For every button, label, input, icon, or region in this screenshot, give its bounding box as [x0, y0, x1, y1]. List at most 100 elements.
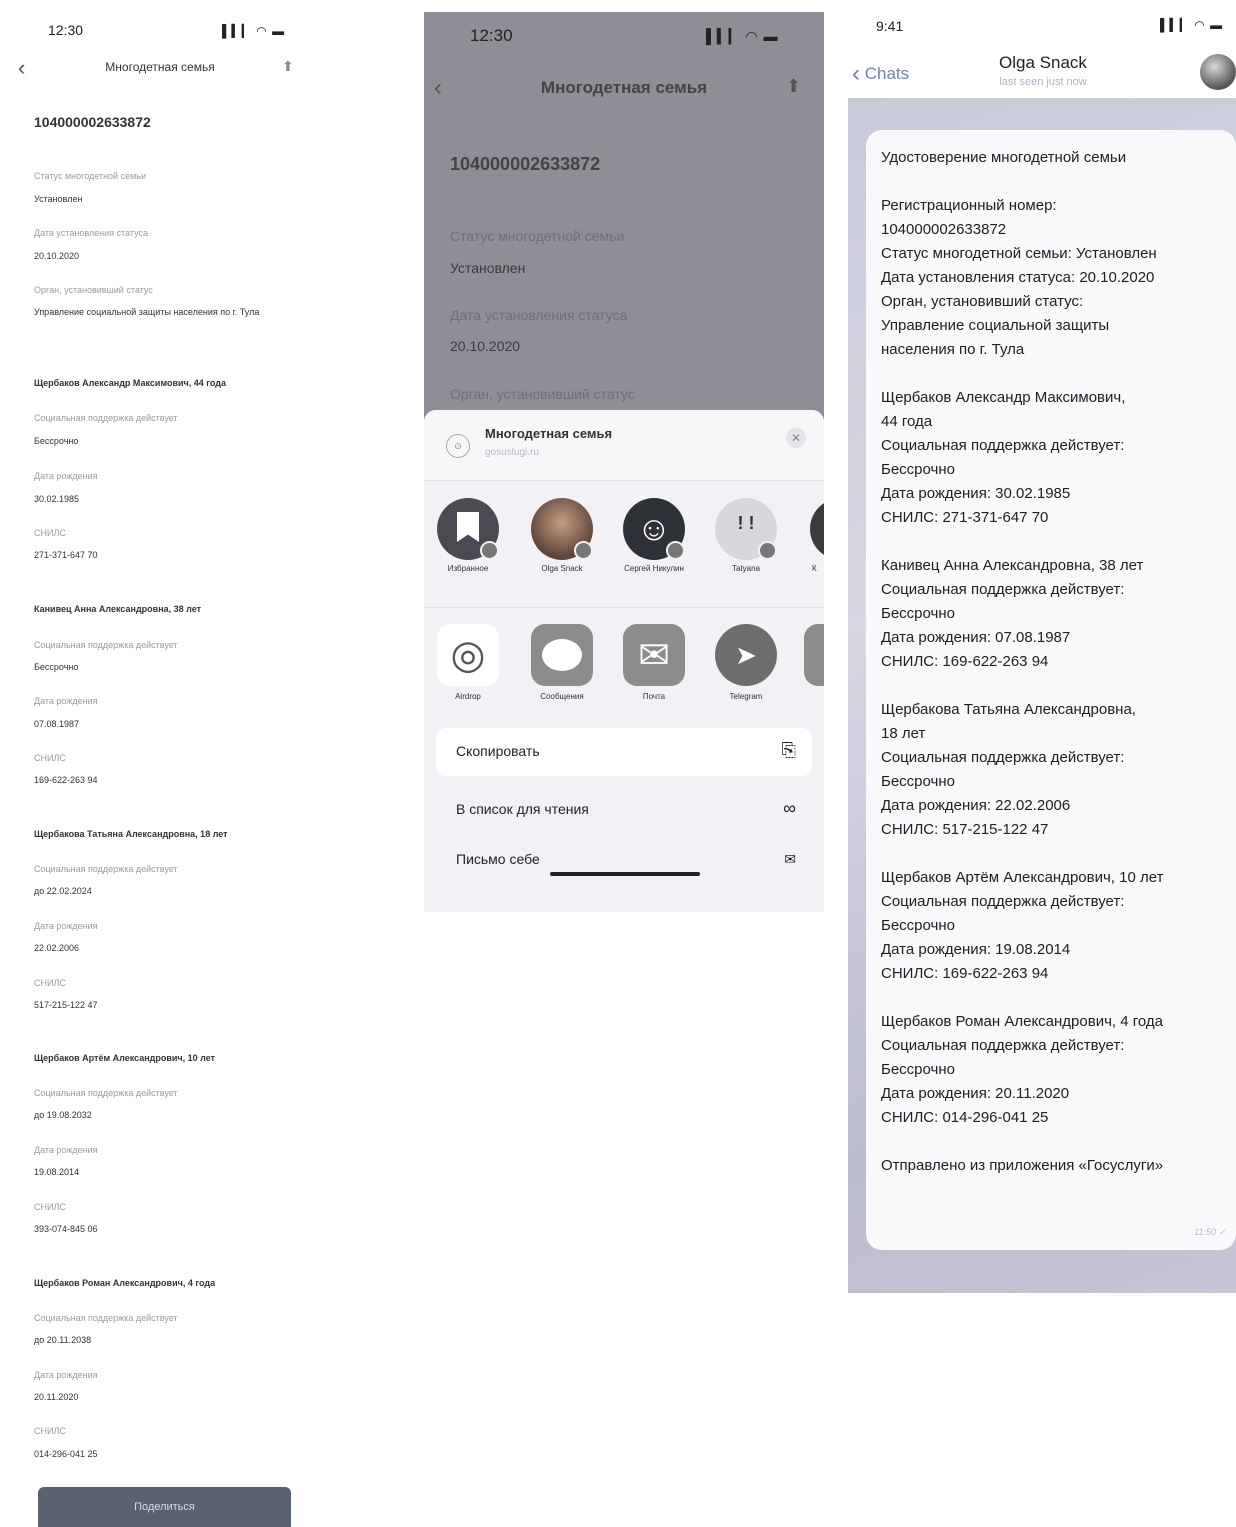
status-value: Установлен [34, 194, 83, 204]
message-text: Удостоверение многодетной семьи Регистра… [881, 149, 1164, 1174]
envelope-icon: ✉ [784, 851, 796, 867]
share-sheet-subtitle: gosuslugi.ru [485, 447, 539, 458]
details-screen: 12:30 ▌▍▎ ◠ ▬ ‹ Многодетная семья ⬆ 1040… [0, 0, 330, 1527]
app-icon: ⊙ [446, 434, 470, 458]
dob-label: Дата рождения [34, 1145, 98, 1155]
snils-label: СНИЛС [34, 1426, 66, 1436]
contact-favorites[interactable]: Избранное [426, 498, 510, 574]
mail-self-label: Письмо себе [456, 851, 540, 867]
chat-screen: 9:41 ▌▍▎ ◠ ▬ ‹ Chats Olga Snack last see… [848, 8, 1236, 1293]
status-time: 12:30 [470, 26, 513, 45]
avatar[interactable] [1200, 54, 1236, 90]
app-telegram[interactable]: ➤ Telegram [704, 624, 788, 701]
member-header: Щербаков Роман Александрович, 4 года [34, 1278, 216, 1288]
registration-number: 104000002633872 [450, 154, 601, 174]
contact-name: Избранное [447, 564, 489, 573]
org-label: Орган, установивший статус [34, 285, 153, 295]
dob-value: 30.02.1985 [34, 494, 80, 504]
status-value: Установлен [450, 260, 526, 276]
support-value: Бессрочно [34, 436, 79, 446]
mail-self-action[interactable]: Письмо себе ✉ [436, 836, 812, 884]
message-bubble[interactable]: Удостоверение многодетной семьи Регистра… [866, 130, 1236, 1250]
date-value: 20.10.2020 [34, 251, 80, 261]
share-sheet-screen: 12:30 ▌▍▎ ◠ ▬ ‹ Многодетная семья ⬆ 1040… [424, 12, 824, 912]
support-value: до 22.02.2024 [34, 886, 92, 896]
contact-name: Сергей Никулин [624, 564, 684, 573]
app-partial[interactable] [804, 624, 824, 686]
org-label: Орган, установивший статус [450, 386, 635, 402]
date-label: Дата установления статуса [450, 307, 628, 323]
bookmark-icon [437, 498, 499, 560]
contact-partial[interactable]: К [792, 498, 824, 574]
share-sheet: ⊙ Многодетная семья gosuslugi.ru ✕ Избра… [424, 410, 824, 912]
support-value: до 20.11.2038 [34, 1335, 92, 1345]
close-icon[interactable]: ✕ [786, 428, 806, 448]
registration-number: 104000002633872 [34, 114, 151, 130]
last-seen: last seen just now [999, 76, 1087, 88]
dob-label: Дата рождения [34, 471, 98, 481]
support-label: Социальная поддержка действует [34, 413, 178, 423]
member-header: Щербаков Александр Максимович, 44 года [34, 378, 227, 388]
app-messages[interactable]: Сообщения [520, 624, 604, 701]
status-icons: ▌▍▎ ◠ ▬ [222, 24, 286, 38]
org-value: Управление социальной защиты населения п… [34, 307, 260, 317]
copy-label: Скопировать [456, 743, 540, 759]
snils-value: 169-622-263 94 [34, 775, 98, 785]
snils-value: 271-371-647 70 [34, 550, 98, 560]
share-button[interactable]: Поделиться [38, 1487, 291, 1527]
home-indicator [550, 872, 700, 876]
avatar: ! ! [715, 498, 777, 560]
snils-value: 517-215-122 47 [34, 1000, 98, 1010]
share-sheet-header: ⊙ Многодетная семья gosuslugi.ru ✕ [424, 410, 824, 481]
page-title: Многодетная семья [105, 60, 215, 74]
dob-label: Дата рождения [34, 1370, 98, 1380]
telegram-icon: ➤ [715, 624, 777, 686]
page-title: Многодетная семья [540, 78, 708, 97]
app-airdrop[interactable]: ◎ Airdrop [426, 624, 510, 701]
contact-name: Tatyana [731, 564, 761, 573]
dob-label: Дата рождения [34, 696, 98, 706]
avatar: ☺ [623, 498, 685, 560]
dob-value: 20.11.2020 [34, 1392, 79, 1402]
divider [424, 607, 824, 608]
status-label: Статус многодетной семьи [34, 171, 146, 181]
dob-value: 07.08.1987 [34, 719, 80, 729]
support-value: Бессрочно [34, 662, 79, 672]
status-label: Статус многодетной семьи [450, 228, 625, 244]
share-icon[interactable]: ⬆ [786, 76, 801, 97]
share-sheet-title: Многодетная семья [485, 426, 613, 441]
snils-label: СНИЛС [34, 753, 66, 763]
copy-action[interactable]: Скопировать ⎘ [436, 728, 812, 776]
status-icons: ▌▍▎ ◠ ▬ [1160, 18, 1224, 32]
chevron-left-icon: ‹ [852, 60, 860, 87]
airdrop-icon: ◎ [437, 624, 499, 686]
status-time: 9:41 [876, 18, 904, 34]
member-header: Щербаков Артём Александрович, 10 лет [34, 1053, 216, 1063]
dob-value: 19.08.2014 [34, 1167, 80, 1177]
contact-tatyana[interactable]: ! ! Tatyana [704, 498, 788, 574]
avatar [531, 498, 593, 560]
share-icon[interactable]: ⬆ [282, 58, 294, 75]
snils-value: 393-074-845 06 [34, 1224, 98, 1234]
contact-name: Olga Snack [541, 564, 583, 573]
support-label: Социальная поддержка действует [34, 640, 178, 650]
glasses-icon: ∞ [783, 798, 796, 818]
reading-list-action[interactable]: В список для чтения ∞ [436, 786, 812, 834]
snils-label: СНИЛС [34, 528, 66, 538]
app-mail[interactable]: ✉ Почта [612, 624, 696, 701]
app-name: Сообщения [540, 692, 584, 701]
dob-label: Дата рождения [34, 921, 98, 931]
contact-sergey[interactable]: ☺ Сергей Никулин [612, 498, 696, 574]
messages-icon [531, 624, 593, 686]
back-label: Chats [864, 64, 910, 83]
avatar [810, 498, 824, 560]
contact-name[interactable]: Olga Snack [958, 53, 1128, 73]
back-to-chats[interactable]: ‹ Chats [852, 60, 909, 88]
reading-list-label: В список для чтения [456, 801, 589, 817]
snils-label: СНИЛС [34, 978, 66, 988]
status-time: 12:30 [48, 22, 84, 38]
contact-olga[interactable]: Olga Snack [520, 498, 604, 574]
app-name: Telegram [729, 692, 763, 701]
support-label: Социальная поддержка действует [34, 1088, 178, 1098]
member-header: Канивец Анна Александровна, 38 лет [34, 604, 202, 614]
